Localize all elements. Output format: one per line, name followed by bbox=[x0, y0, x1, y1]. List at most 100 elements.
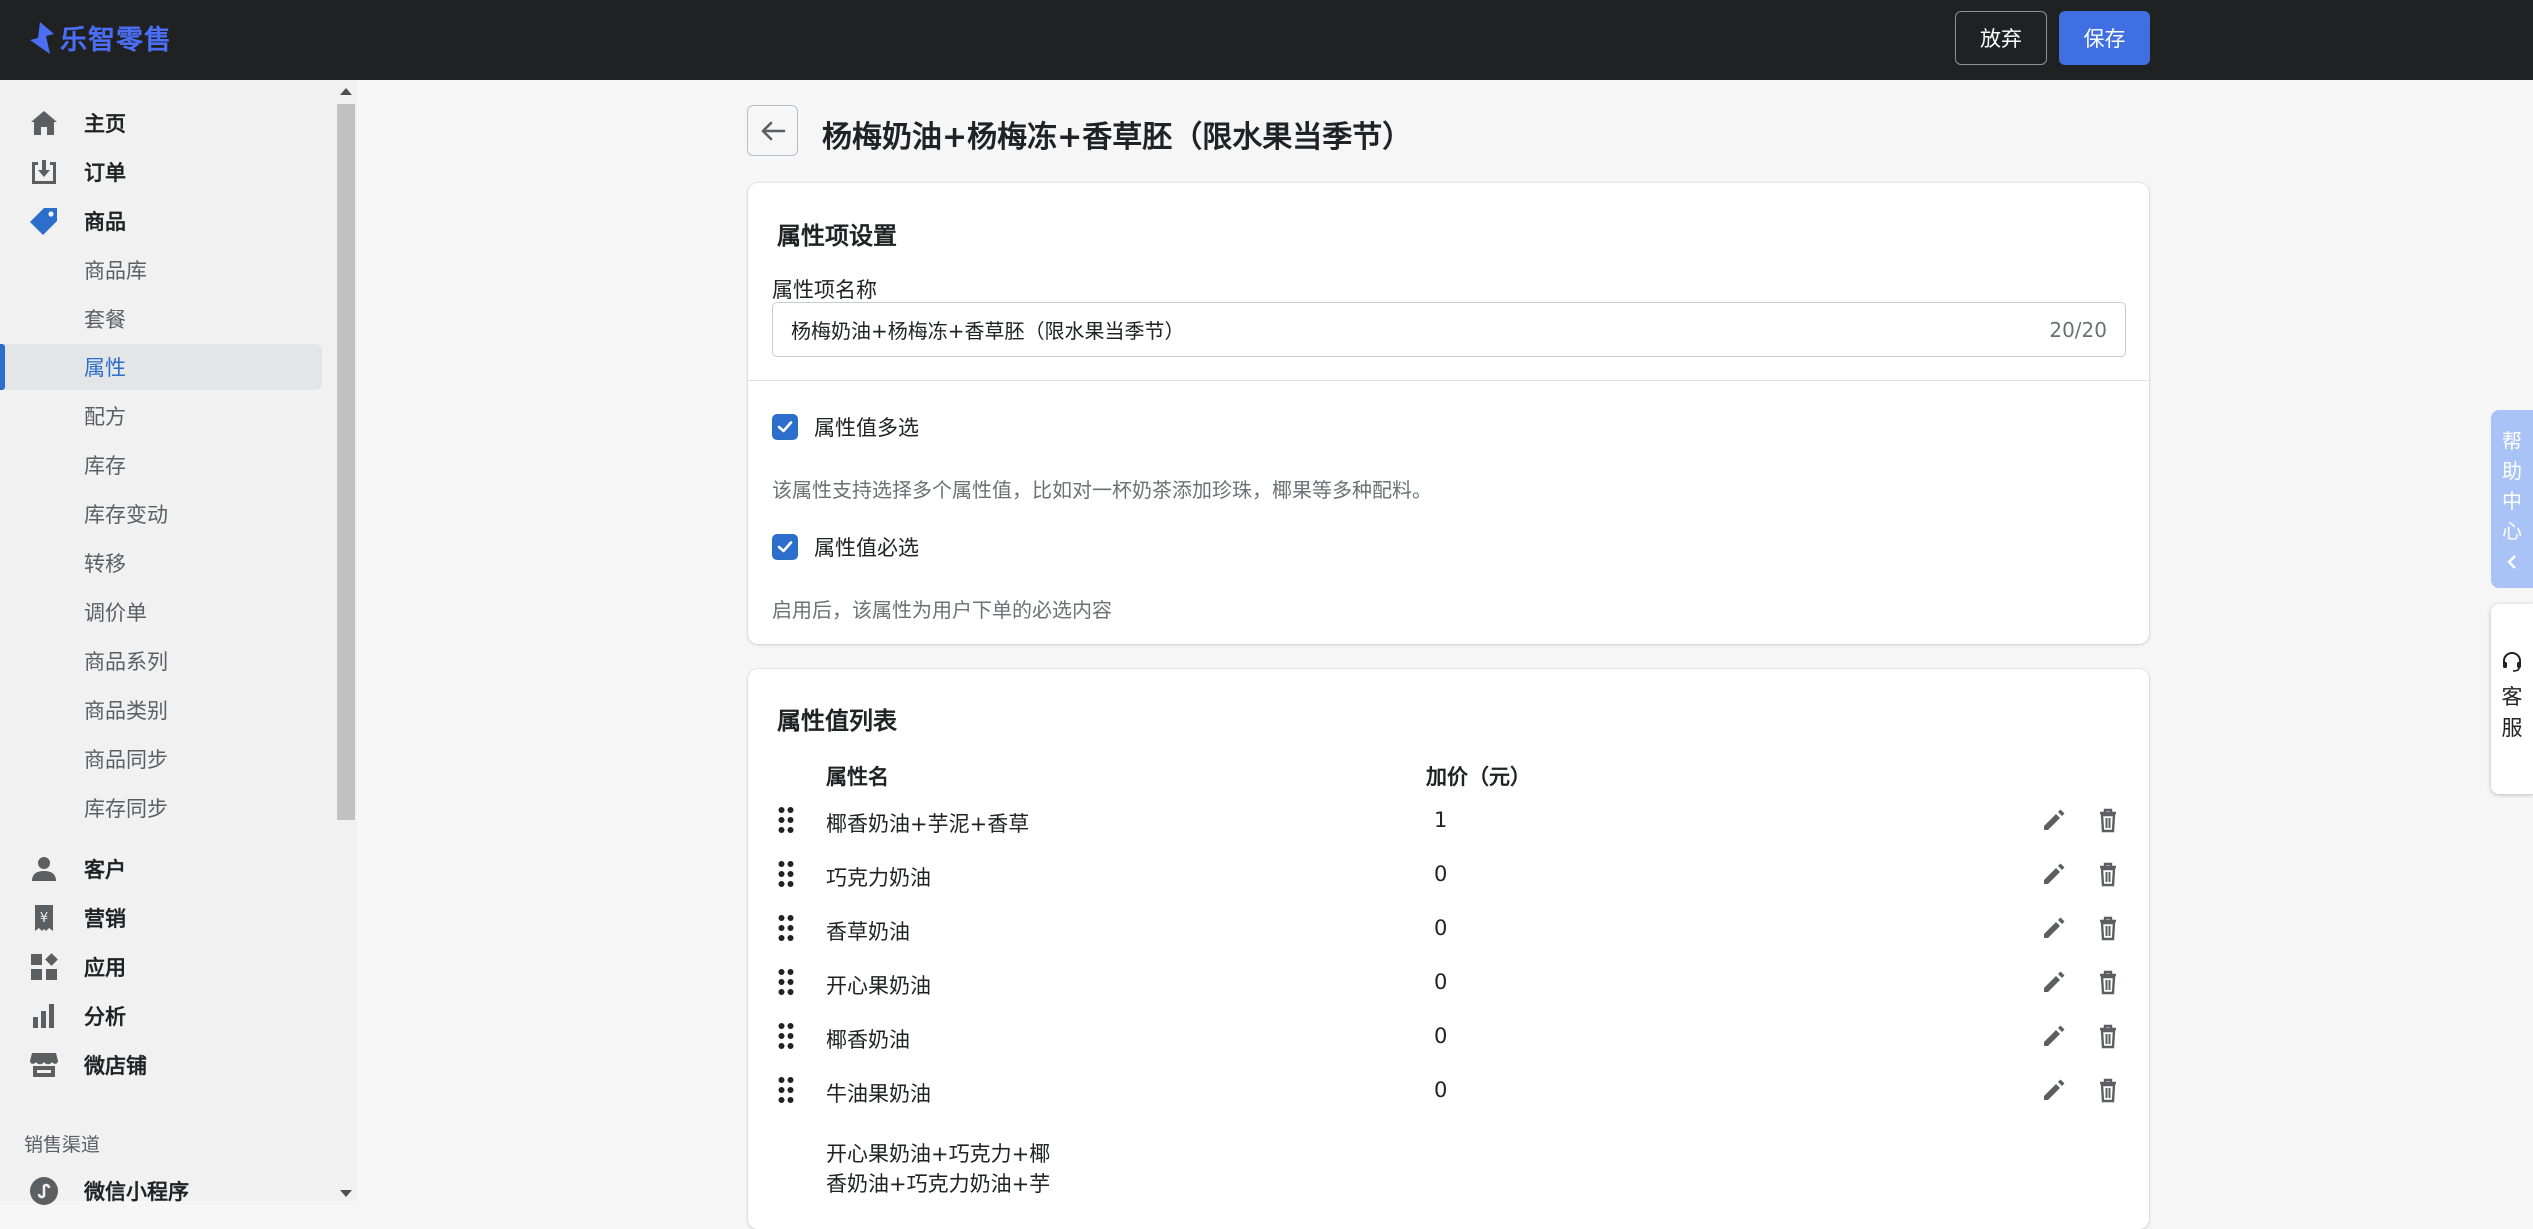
orders-icon bbox=[32, 160, 56, 184]
divider bbox=[748, 380, 2149, 381]
table-row[interactable]: 椰香奶油+芋泥+香草 1 bbox=[748, 794, 2149, 848]
sidebar-subitem-product-series[interactable]: 商品系列 bbox=[0, 638, 322, 684]
attribute-name-input[interactable]: 杨梅奶油+杨梅冻+香草胚（限水果当季节） 20/20 bbox=[772, 302, 2126, 357]
sidebar-item-home[interactable]: 主页 bbox=[0, 100, 322, 146]
sidebar-subitem-product-library[interactable]: 商品库 bbox=[0, 247, 322, 293]
delete-icon[interactable] bbox=[2093, 805, 2123, 835]
table-row[interactable]: 香草奶油 0 bbox=[748, 902, 2149, 956]
checkbox-checked-icon[interactable] bbox=[772, 534, 798, 560]
edit-icon[interactable] bbox=[2039, 1075, 2069, 1105]
drag-handle-icon[interactable] bbox=[777, 860, 795, 888]
back-button[interactable] bbox=[747, 105, 798, 156]
logo[interactable]: 乐智零售 bbox=[26, 18, 172, 57]
delete-icon[interactable] bbox=[2093, 859, 2123, 889]
delete-icon[interactable] bbox=[2093, 1075, 2123, 1105]
sidebar-item-label: 商品系列 bbox=[84, 650, 168, 674]
sidebar-item-products[interactable]: 商品 bbox=[0, 198, 322, 244]
sidebar-item-apps[interactable]: 应用 bbox=[0, 944, 322, 990]
card-title: 属性值列表 bbox=[777, 707, 897, 735]
logo-icon bbox=[30, 21, 54, 54]
drag-handle-icon[interactable] bbox=[777, 1076, 795, 1104]
edit-icon[interactable] bbox=[2039, 859, 2069, 889]
customer-service-char: 客 bbox=[2501, 685, 2523, 709]
sidebar-subitem-inventory[interactable]: 库存 bbox=[0, 442, 322, 488]
column-header-price: 加价（元） bbox=[1426, 765, 1531, 789]
table-row[interactable]: 开心果奶油+巧克力+椰香奶油+巧克力奶油+芋 bbox=[748, 1139, 2149, 1196]
sidebar-subitem-product-sync[interactable]: 商品同步 bbox=[0, 736, 322, 782]
sidebar-subitem-inventory-changes[interactable]: 库存变动 bbox=[0, 491, 322, 537]
sidebar-item-analytics[interactable]: 分析 bbox=[0, 993, 322, 1039]
required-help: 启用后，该属性为用户下单的必选内容 bbox=[772, 598, 1112, 622]
apps-icon bbox=[31, 953, 58, 980]
sidebar-subitem-inventory-sync[interactable]: 库存同步 bbox=[0, 785, 322, 831]
sidebar-scrollbar-thumb[interactable] bbox=[337, 104, 355, 820]
sidebar-item-customers[interactable]: 客户 bbox=[0, 846, 322, 892]
edit-icon[interactable] bbox=[2039, 1021, 2069, 1051]
table-row[interactable]: 牛油果奶油 0 bbox=[748, 1064, 2149, 1118]
edit-icon[interactable] bbox=[2039, 967, 2069, 997]
sidebar-subitem-attributes[interactable]: 属性 bbox=[0, 344, 322, 390]
sidebar-item-label: 应用 bbox=[84, 956, 126, 980]
sidebar-item-mini-program[interactable]: 微信小程序 bbox=[0, 1168, 322, 1214]
drag-handle-icon[interactable] bbox=[777, 806, 795, 834]
sidebar-item-label: 商品类别 bbox=[84, 699, 168, 723]
svg-text:¥: ¥ bbox=[40, 911, 48, 926]
character-counter: 20/20 bbox=[2049, 317, 2107, 342]
edit-icon[interactable] bbox=[2039, 805, 2069, 835]
store-icon bbox=[30, 1053, 58, 1077]
delete-icon[interactable] bbox=[2093, 1021, 2123, 1051]
sidebar-subitem-transfer[interactable]: 转移 bbox=[0, 540, 322, 586]
attribute-name-value: 杨梅奶油+杨梅冻+香草胚（限水果当季节） bbox=[791, 319, 1185, 343]
sidebar-item-orders[interactable]: 订单 bbox=[0, 149, 322, 195]
sidebar-item-label: 商品 bbox=[84, 210, 126, 234]
row-price: 1 bbox=[1434, 808, 1448, 832]
table-row[interactable]: 巧克力奶油 0 bbox=[748, 848, 2149, 902]
sidebar-item-label: 属性 bbox=[84, 356, 126, 380]
row-price: 0 bbox=[1434, 862, 1448, 886]
delete-icon[interactable] bbox=[2093, 913, 2123, 943]
drag-handle-icon[interactable] bbox=[777, 968, 795, 996]
help-center-char: 中 bbox=[2502, 489, 2522, 513]
row-name: 椰香奶油+芋泥+香草 bbox=[826, 812, 1030, 836]
row-name: 巧克力奶油 bbox=[826, 866, 931, 890]
row-name: 椰香奶油 bbox=[826, 1028, 910, 1052]
sidebar-item-label: 客户 bbox=[84, 858, 126, 882]
required-label: 属性值必选 bbox=[814, 536, 919, 560]
miniprogram-icon bbox=[30, 1177, 58, 1205]
delete-icon[interactable] bbox=[2093, 967, 2123, 997]
marketing-icon: ¥ bbox=[35, 905, 53, 931]
checkbox-checked-icon[interactable] bbox=[772, 414, 798, 440]
sidebar-subitem-recipe[interactable]: 配方 bbox=[0, 393, 322, 439]
drag-handle-icon[interactable] bbox=[777, 1022, 795, 1050]
attribute-name-label: 属性项名称 bbox=[772, 278, 877, 302]
edit-icon[interactable] bbox=[2039, 913, 2069, 943]
table-row[interactable]: 椰香奶油 0 bbox=[748, 1010, 2149, 1064]
column-header-name: 属性名 bbox=[826, 765, 889, 789]
scroll-up-arrow-icon[interactable] bbox=[340, 88, 352, 95]
save-button[interactable]: 保存 bbox=[2059, 11, 2150, 65]
sidebar-item-micro-store[interactable]: 微店铺 bbox=[0, 1042, 322, 1088]
drag-handle-icon[interactable] bbox=[777, 914, 795, 942]
sidebar-item-marketing[interactable]: ¥ 营销 bbox=[0, 895, 322, 941]
discard-button[interactable]: 放弃 bbox=[1955, 11, 2047, 65]
customer-service-tab[interactable]: 客服 bbox=[2491, 604, 2533, 794]
scroll-down-arrow-icon[interactable] bbox=[340, 1190, 352, 1197]
attribute-values-card: 属性值列表 属性名 加价（元） 椰香奶油+芋泥+香草 1 巧克力奶油 0 香草奶油 0 开心… bbox=[748, 669, 2149, 1229]
row-name: 牛油果奶油 bbox=[826, 1082, 931, 1106]
chevron-left-icon bbox=[2507, 555, 2516, 569]
sidebar-subitem-price-adjustment[interactable]: 调价单 bbox=[0, 589, 322, 635]
multi-select-help: 该属性支持选择多个属性值，比如对一杯奶茶添加珍珠，椰果等多种配料。 bbox=[772, 478, 1432, 502]
multi-select-checkbox[interactable]: 属性值多选 bbox=[772, 412, 919, 442]
help-center-char: 心 bbox=[2502, 519, 2522, 543]
top-bar: 乐智零售 放弃 保存 bbox=[0, 0, 2533, 80]
sidebar-item-label: 配方 bbox=[84, 405, 126, 429]
active-indicator bbox=[0, 344, 5, 390]
help-center-char: 助 bbox=[2502, 459, 2522, 483]
sidebar-item-label: 调价单 bbox=[84, 601, 147, 625]
headset-icon bbox=[2503, 651, 2521, 672]
sidebar-subitem-product-category[interactable]: 商品类别 bbox=[0, 687, 322, 733]
help-center-tab[interactable]: 帮助中心 bbox=[2491, 410, 2533, 588]
sidebar-subitem-combo[interactable]: 套餐 bbox=[0, 296, 322, 342]
required-checkbox[interactable]: 属性值必选 bbox=[772, 532, 919, 562]
table-row[interactable]: 开心果奶油 0 bbox=[748, 956, 2149, 1010]
